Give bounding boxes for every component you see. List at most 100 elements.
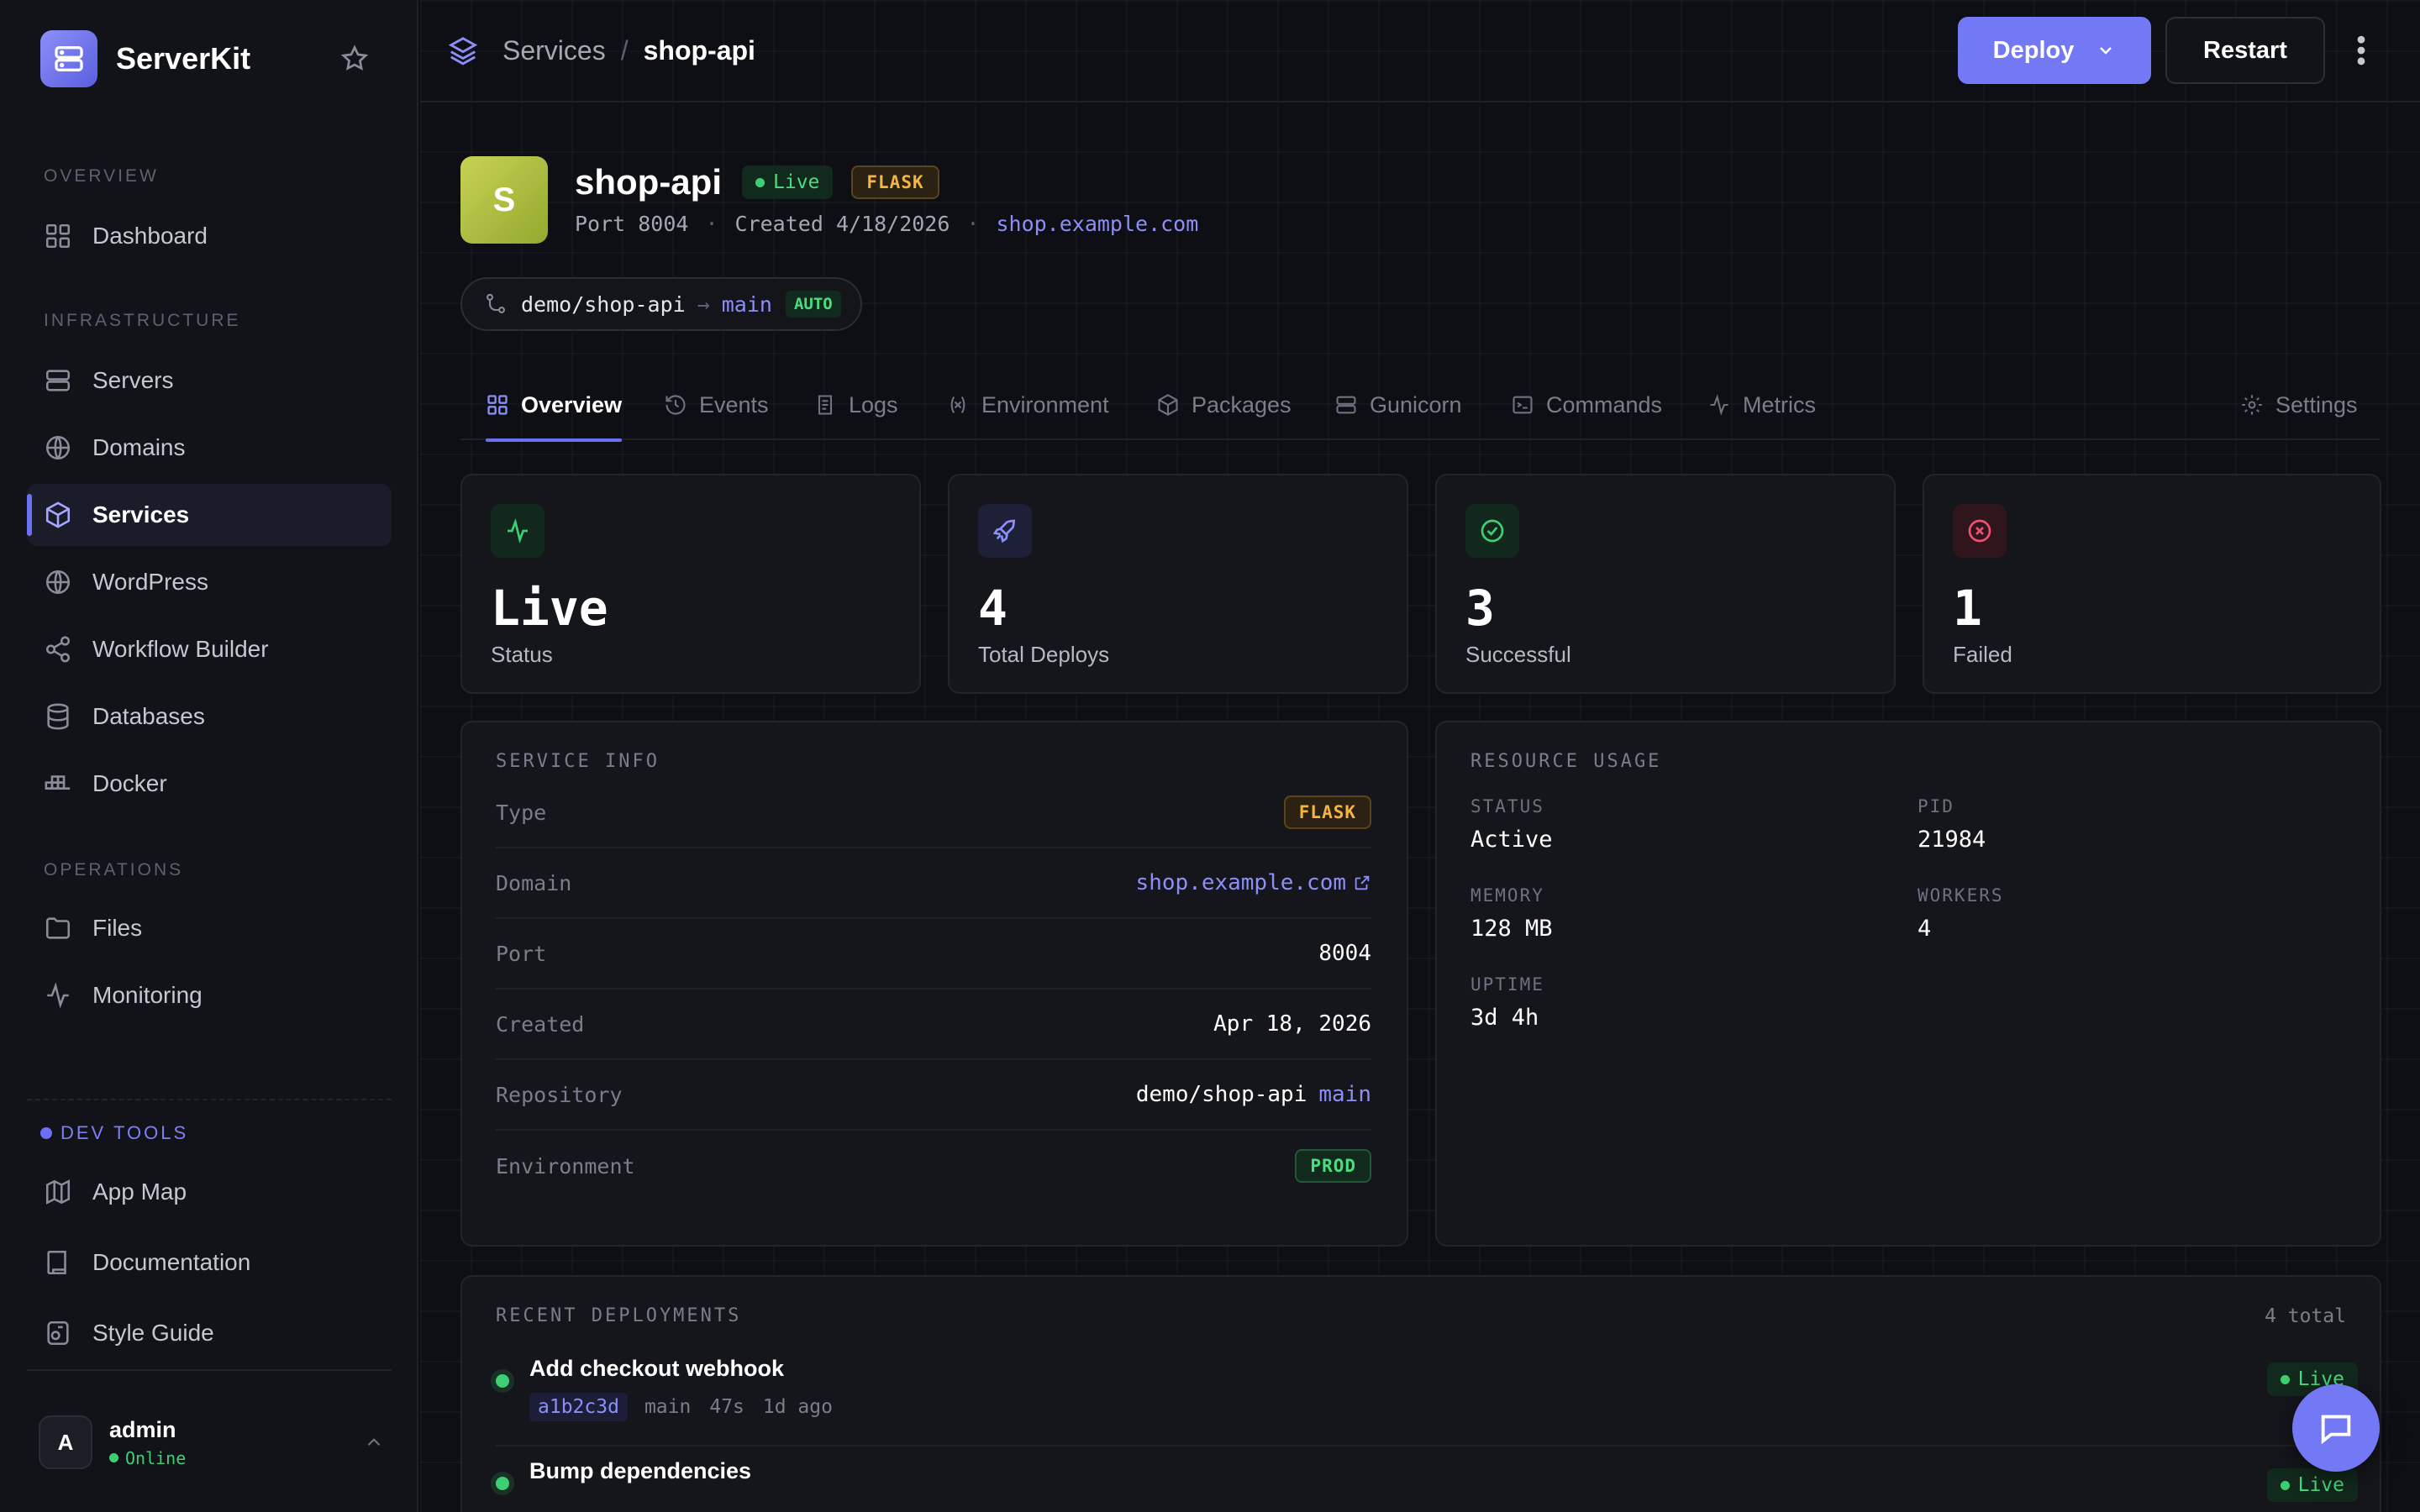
service-created: Created 4/18/2026 [734, 212, 950, 236]
sidebar-divider [27, 1369, 392, 1371]
folder-icon [45, 917, 71, 939]
sidebar-item-domains[interactable]: Domains [27, 417, 392, 479]
package-icon [1158, 394, 1178, 416]
service-avatar: S [460, 156, 548, 244]
nav-section-operations: OPERATIONS [44, 860, 184, 879]
nav-section-overview: OVERVIEW [44, 166, 159, 186]
deployment-row[interactable]: Add checkout webhook a1b2c3d main 47s 1d… [496, 1344, 2358, 1446]
stat-label: Failed [1953, 642, 2012, 667]
check-circle-icon [1465, 504, 1519, 558]
chevron-up-icon[interactable] [363, 1431, 385, 1453]
repo-branch: main [721, 291, 772, 317]
sidebar-item-workflow-builder[interactable]: Workflow Builder [27, 618, 392, 680]
sidebar-item-label: Documentation [92, 1249, 251, 1275]
grid-icon [487, 395, 508, 415]
deploy-button[interactable]: Deploy [1958, 17, 2151, 84]
deployments-count: 4 total [2265, 1305, 2346, 1327]
info-row-domain: Domain shop.example.com [496, 848, 1371, 919]
service-name: shop-api [575, 162, 722, 202]
book-icon [47, 1250, 66, 1275]
user-status: Online [109, 1448, 186, 1468]
sidebar-item-label: Databases [92, 703, 205, 729]
gear-icon [2242, 395, 2262, 415]
info-row-created: Created Apr 18, 2026 [496, 990, 1371, 1060]
tab-packages[interactable]: Packages [1156, 370, 1292, 440]
map-icon [45, 1179, 71, 1205]
logs-icon [818, 395, 833, 415]
brand[interactable]: ServerKit [40, 30, 250, 87]
info-row-environment: Environment PROD [496, 1131, 1371, 1201]
stat-label: Status [491, 642, 553, 667]
main-content: Services / shop-api Deploy Restart S sho… [420, 0, 2420, 1512]
sidebar-item-servers[interactable]: Servers [27, 349, 392, 412]
brand-name: ServerKit [116, 41, 251, 76]
stat-value: Live [491, 580, 608, 637]
server-icon [45, 370, 71, 391]
deploy-status-dot [496, 1374, 509, 1388]
tab-overview[interactable]: Overview [486, 370, 623, 442]
status-badge: Live [742, 165, 834, 199]
globe-icon [45, 570, 71, 595]
status-badge: Live [2266, 1468, 2358, 1502]
tab-events[interactable]: Events [664, 370, 769, 440]
sidebar-item-label: WordPress [92, 569, 208, 595]
sidebar-item-dashboard[interactable]: Dashboard [27, 205, 392, 267]
restart-button[interactable]: Restart [2165, 17, 2325, 84]
sidebar-item-monitoring[interactable]: Monitoring [27, 964, 392, 1026]
tab-gunicorn[interactable]: Gunicorn [1334, 370, 1462, 440]
rocket-icon [978, 504, 1032, 558]
avatar: A [39, 1415, 92, 1469]
user-menu[interactable]: A admin Online [39, 1413, 392, 1472]
sidebar-item-docker[interactable]: Docker [27, 753, 392, 815]
breadcrumb-current: shop-api [643, 34, 755, 66]
database-icon [47, 703, 69, 730]
deployment-title: Add checkout webhook [529, 1356, 785, 1381]
more-vertical-icon[interactable] [2349, 32, 2373, 69]
sidebar-item-label: App Map [92, 1179, 187, 1205]
sidebar-item-databases[interactable]: Databases [27, 685, 392, 748]
sidebar-item-services[interactable]: Services [27, 484, 392, 546]
x-circle-icon [1953, 504, 2007, 558]
sidebar-item-app-map[interactable]: App Map [27, 1161, 392, 1223]
stat-value: 3 [1465, 580, 1495, 637]
cube-icon [45, 501, 71, 528]
sidebar-item-files[interactable]: Files [27, 897, 392, 959]
deployment-title: Bump dependencies [529, 1458, 752, 1483]
tab-commands[interactable]: Commands [1511, 370, 1662, 440]
sidebar-item-label: Workflow Builder [92, 636, 269, 662]
commit-hash[interactable]: a1b2c3d [529, 1393, 628, 1421]
sidebar-item-documentation[interactable]: Documentation [27, 1231, 392, 1294]
domain-link[interactable]: shop.example.com [1136, 870, 1346, 895]
sidebar-item-label: Files [92, 915, 143, 941]
tab-logs[interactable]: Logs [813, 370, 898, 440]
sidebar-item-wordpress[interactable]: WordPress [27, 551, 392, 613]
user-name: admin [109, 1416, 176, 1442]
sidebar-item-label: Services [92, 501, 190, 528]
resource-workers: 4 [1918, 916, 1932, 942]
sidebar-item-label: Style Guide [92, 1320, 214, 1346]
sidebar-item-label: Docker [92, 770, 167, 796]
chat-button[interactable] [2292, 1384, 2380, 1472]
breadcrumb-separator: / [620, 34, 629, 66]
resource-usage-panel: RESOURCE USAGE STATUS Active PID 21984 M… [1435, 721, 2381, 1247]
repo-pill[interactable]: demo/shop-api → main AUTO [460, 277, 862, 331]
sidebar-item-label: Monitoring [92, 982, 203, 1008]
external-link-icon[interactable] [1353, 874, 1371, 892]
activity-icon [1710, 394, 1728, 416]
service-domain-link[interactable]: shop.example.com [996, 212, 1198, 236]
breadcrumb-services[interactable]: Services [502, 35, 606, 66]
sidebar-item-style-guide[interactable]: Style Guide [27, 1302, 392, 1364]
star-icon[interactable] [339, 44, 370, 74]
terminal-icon [1512, 396, 1533, 414]
tab-environment[interactable]: Environment [946, 370, 1109, 440]
deployment-row[interactable]: Bump dependencies Live [496, 1446, 2358, 1512]
history-icon [666, 395, 686, 415]
sidebar-item-label: Domains [92, 434, 186, 460]
tab-settings[interactable]: Settings [2240, 370, 2358, 440]
nav-section-infrastructure: INFRASTRUCTURE [44, 311, 241, 330]
resource-uptime: 3d 4h [1470, 1005, 1539, 1031]
repo-name: demo/shop-api [521, 291, 686, 317]
stat-label: Total Deploys [978, 642, 1110, 667]
variable-icon [950, 396, 965, 413]
tab-metrics[interactable]: Metrics [1707, 370, 1816, 440]
